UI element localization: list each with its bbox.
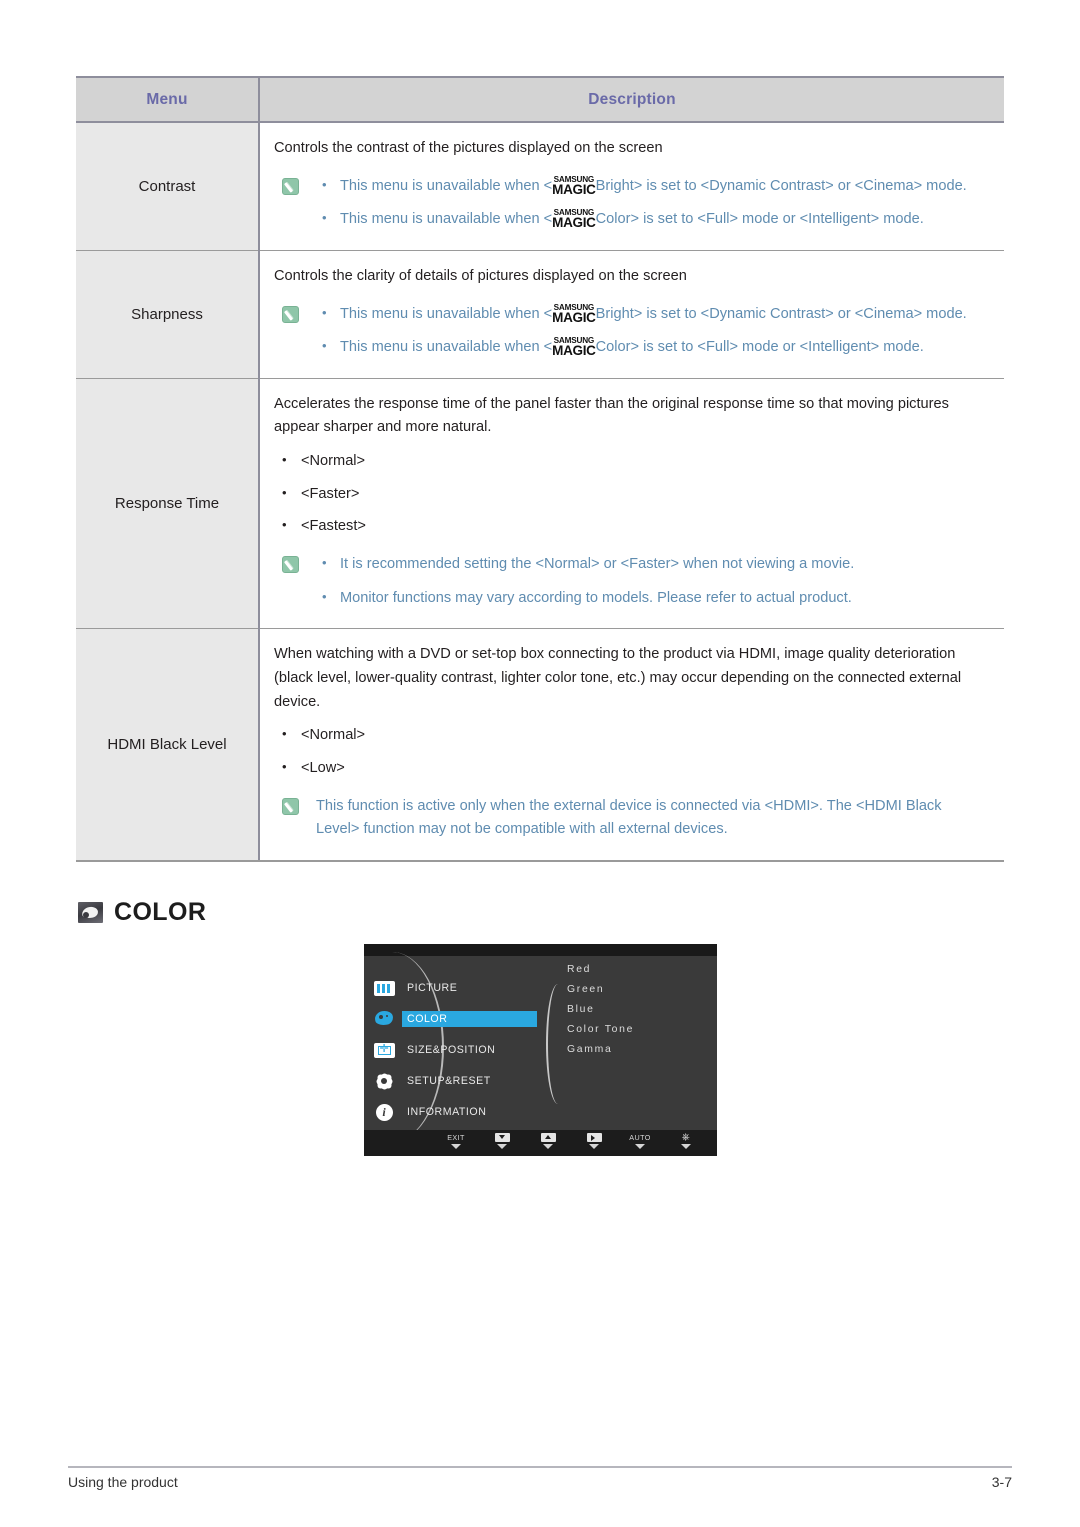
- note-bullet: This menu is unavailable when <SAMSUNGMA…: [316, 174, 986, 199]
- note-icon: [282, 305, 299, 323]
- osd-button-down[interactable]: [479, 1130, 525, 1149]
- size-position-icon: [372, 1041, 396, 1060]
- color-icon: [372, 1010, 396, 1029]
- osd-button-exit[interactable]: EXIT: [433, 1130, 479, 1149]
- footer-divider: [68, 1466, 1012, 1468]
- column-header-menu: Menu: [76, 76, 260, 123]
- note-bullet-list: This menu is unavailable when <SAMSUNGMA…: [316, 302, 986, 360]
- table-row: Response Time Accelerates the response t…: [76, 378, 1004, 630]
- note-block: This menu is unavailable when <SAMSUNGMA…: [274, 174, 986, 232]
- note-icon: [282, 556, 299, 574]
- osd-button-arrow-icon: [543, 1144, 553, 1149]
- option-list: <Normal> <Faster> <Fastest>: [274, 449, 986, 539]
- option-list: <Normal> <Low>: [274, 723, 986, 781]
- description-contrast: Controls the contrast of the pictures di…: [259, 122, 1004, 251]
- picture-icon: [372, 979, 396, 998]
- note-bullet: This menu is unavailable when <SAMSUNGMA…: [316, 207, 986, 232]
- note-block: This function is active only when the ex…: [274, 795, 986, 842]
- footer-page-number: 3-7: [991, 1474, 1012, 1490]
- osd-body: PICTURE COLOR SIZE&POSITION SETUP&RESET …: [364, 952, 717, 1142]
- footer-section-label: Using the product: [68, 1474, 178, 1490]
- osd-button-caption: [525, 1133, 571, 1142]
- description-lead: Accelerates the response time of the pan…: [274, 395, 949, 436]
- osd-button-caption: EXIT: [447, 1133, 465, 1142]
- table-row: Contrast Controls the contrast of the pi…: [76, 122, 1004, 251]
- osd-submenu-item-green[interactable]: Green: [567, 984, 634, 995]
- samsung-magic-logo: SAMSUNG MAGIC: [552, 336, 596, 359]
- table-row: HDMI Black Level When watching with a DV…: [76, 628, 1004, 862]
- description-lead: When watching with a DVD or set-top box …: [274, 646, 962, 710]
- section-heading: COLOR: [78, 898, 206, 927]
- list-item: <Low>: [274, 756, 986, 781]
- osd-screenshot: PICTURE COLOR SIZE&POSITION SETUP&RESET …: [364, 944, 717, 1156]
- list-item: <Normal>: [274, 449, 986, 474]
- osd-button-enter[interactable]: [571, 1130, 617, 1149]
- osd-button-arrow-icon: [451, 1144, 461, 1149]
- note-bullet-list: This menu is unavailable when <SAMSUNGMA…: [316, 174, 986, 232]
- osd-button-caption: [479, 1133, 525, 1142]
- osd-button-arrow-icon: [635, 1144, 645, 1149]
- osd-menu-label: SIZE&POSITION: [407, 1044, 496, 1056]
- osd-button-bar: EXIT AUTO ⎈: [364, 1130, 717, 1156]
- description-response-time: Accelerates the response time of the pan…: [259, 378, 1004, 630]
- gear-icon: [372, 1072, 396, 1091]
- color-palette-icon: [78, 902, 103, 923]
- samsung-magic-logo: SAMSUNG MAGIC: [552, 208, 596, 231]
- osd-button-power[interactable]: ⎈: [663, 1130, 709, 1149]
- menu-name-response-time: Response Time: [76, 378, 260, 630]
- info-icon: [372, 1103, 396, 1122]
- note-bullet-list: It is recommended setting the <Normal> o…: [316, 552, 986, 611]
- osd-submenu-item-red[interactable]: Red: [567, 964, 634, 975]
- osd-button-up[interactable]: [525, 1130, 571, 1149]
- page-footer: Using the product 3-7: [68, 1474, 1012, 1490]
- osd-top-bar: [364, 944, 717, 956]
- menu-name-sharpness: Sharpness: [76, 250, 260, 379]
- osd-menu-label: COLOR: [407, 1013, 448, 1025]
- description-lead: Controls the contrast of the pictures di…: [274, 140, 663, 156]
- note-block: It is recommended setting the <Normal> o…: [274, 552, 986, 611]
- list-item: <Fastest>: [274, 514, 986, 539]
- samsung-magic-logo: SAMSUNG MAGIC: [552, 174, 596, 197]
- note-icon: [282, 177, 299, 195]
- table-row: Sharpness Controls the clarity of detail…: [76, 250, 1004, 379]
- osd-button-caption: ⎈: [663, 1132, 709, 1143]
- osd-menu-label: SETUP&RESET: [407, 1075, 491, 1087]
- note-icon: [282, 797, 299, 815]
- power-icon: ⎈: [681, 1132, 691, 1143]
- osd-right-curve-decoration: [546, 984, 566, 1104]
- samsung-magic-logo: SAMSUNG MAGIC: [552, 302, 596, 325]
- osd-submenu-item-blue[interactable]: Blue: [567, 1004, 634, 1015]
- description-sharpness: Controls the clarity of details of pictu…: [259, 250, 1004, 379]
- arrow-right-icon: [586, 1133, 602, 1142]
- table-header-row: Menu Description: [76, 76, 1004, 123]
- osd-button-arrow-icon: [497, 1144, 507, 1149]
- arrow-up-icon: [540, 1133, 556, 1142]
- osd-menu-label: PICTURE: [407, 982, 458, 994]
- osd-button-arrow-icon: [681, 1144, 691, 1149]
- arrow-down-icon: [494, 1133, 510, 1142]
- osd-menu-label: INFORMATION: [407, 1106, 487, 1118]
- note-bullet: Monitor functions may vary according to …: [316, 586, 986, 611]
- menu-description-table: Menu Description Contrast Controls the c…: [76, 76, 1004, 862]
- osd-button-arrow-icon: [589, 1144, 599, 1149]
- note-bullet: It is recommended setting the <Normal> o…: [316, 552, 986, 577]
- note-bullet: This menu is unavailable when <SAMSUNGMA…: [316, 302, 986, 327]
- note-text: This function is active only when the ex…: [316, 797, 942, 838]
- list-item: <Faster>: [274, 482, 986, 507]
- list-item: <Normal>: [274, 723, 986, 748]
- note-bullet: This menu is unavailable when <SAMSUNGMA…: [316, 335, 986, 360]
- osd-button-caption: [571, 1133, 617, 1142]
- note-block: This menu is unavailable when <SAMSUNGMA…: [274, 302, 986, 360]
- osd-button-caption: AUTO: [629, 1133, 651, 1142]
- osd-submenu-item-color-tone[interactable]: Color Tone: [567, 1024, 634, 1035]
- page-title: COLOR: [114, 898, 207, 926]
- osd-submenu-list: Red Green Blue Color Tone Gamma: [567, 964, 634, 1064]
- menu-name-contrast: Contrast: [76, 122, 260, 251]
- description-lead: Controls the clarity of details of pictu…: [274, 267, 687, 284]
- osd-submenu-item-gamma[interactable]: Gamma: [567, 1044, 634, 1055]
- menu-name-hdmi-black-level: HDMI Black Level: [76, 628, 260, 862]
- osd-button-auto[interactable]: AUTO: [617, 1130, 663, 1149]
- column-header-description: Description: [259, 76, 1004, 123]
- description-hdmi-black-level: When watching with a DVD or set-top box …: [259, 628, 1004, 862]
